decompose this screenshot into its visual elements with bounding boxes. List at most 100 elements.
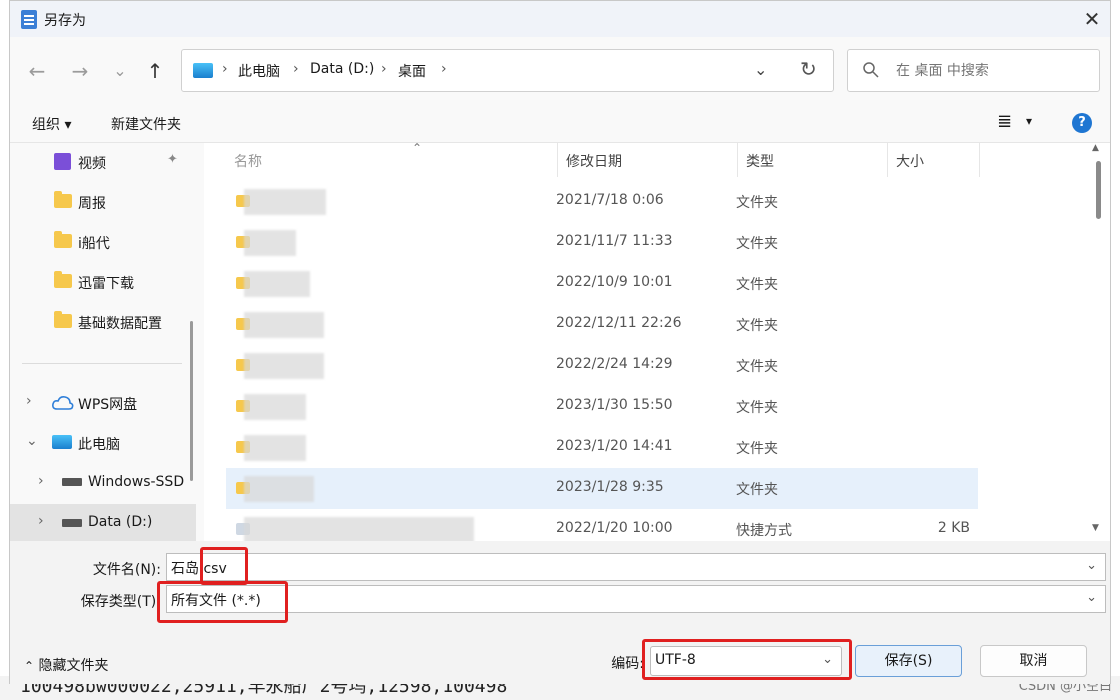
forward-button[interactable]: → <box>66 57 94 85</box>
organize-menu[interactable]: 组织 ▾ <box>32 114 71 134</box>
address-dropdown-icon[interactable]: ⌄ <box>754 60 767 79</box>
computer-icon <box>52 435 72 449</box>
expand-chevron-icon[interactable]: › <box>26 393 32 409</box>
sidebar-item-weekly-report[interactable]: 周报 <box>10 183 196 221</box>
view-options-icon[interactable]: ≣ <box>997 111 1012 132</box>
folder-icon <box>54 191 72 208</box>
filename-input[interactable]: 石岛.csv <box>171 558 227 578</box>
breadcrumb-chevron-icon: › <box>293 61 299 77</box>
sidebar-item-wps-cloud[interactable]: › WPS网盘 <box>10 384 196 422</box>
row-date: 2022/10/9 10:01 <box>556 274 673 290</box>
close-button[interactable]: ✕ <box>1078 5 1106 33</box>
table-row[interactable]: 2023/1/20 14:41 文件夹 <box>226 427 978 468</box>
row-type: 文件夹 <box>736 400 778 416</box>
filename-label: 文件名(N): <box>92 562 161 578</box>
breadcrumb-chevron-icon: › <box>441 61 447 77</box>
sidebar-item-data-drive[interactable]: › Data (D:) <box>10 504 196 541</box>
encoding-select[interactable]: UTF-8 ⌄ <box>650 646 842 676</box>
row-type: 文件夹 <box>736 277 778 293</box>
column-header-type[interactable]: 类型 <box>738 143 888 177</box>
encoding-value: UTF-8 <box>655 652 696 668</box>
command-bar: 组织 ▾ 新建文件夹 ≣ ▾ ? <box>10 103 1110 143</box>
file-list-scrollbar[interactable] <box>1096 161 1101 219</box>
refresh-button[interactable]: ↻ <box>800 57 817 81</box>
expand-chevron-icon[interactable]: › <box>38 473 44 489</box>
chevron-down-icon[interactable]: ⌄ <box>822 652 833 667</box>
sidebar-item-windows-ssd[interactable]: › Windows-SSD <box>10 464 196 502</box>
table-row[interactable]: 2023/1/30 15:50 文件夹 <box>226 386 978 427</box>
dialog-title: 另存为 <box>44 13 86 29</box>
sidebar-item-label: i船代 <box>78 236 110 252</box>
row-size: 2 KB <box>937 520 970 536</box>
breadcrumb-chevron-icon: › <box>222 61 228 77</box>
table-row[interactable]: 2022/2/24 14:29 文件夹 <box>226 345 978 386</box>
sidebar-item-label: 周报 <box>78 196 106 212</box>
cancel-button[interactable]: 取消 <box>980 645 1087 677</box>
chevron-up-icon: ⌃ <box>24 659 35 673</box>
sidebar-item-xunlei-download[interactable]: 迅雷下载 <box>10 263 196 301</box>
column-header-size[interactable]: 大小 <box>888 143 980 177</box>
row-type: 文件夹 <box>736 359 778 375</box>
row-type: 快捷方式 <box>736 523 792 539</box>
sidebar-divider <box>22 363 182 364</box>
sort-ascending-icon: ⌃ <box>412 143 423 155</box>
up-button[interactable]: ↑ <box>141 57 169 85</box>
filetype-select[interactable]: 所有文件 (*.*) ⌄ <box>166 585 1106 613</box>
help-button[interactable]: ? <box>1072 113 1092 133</box>
table-row[interactable]: 2022/12/11 22:26 文件夹 <box>226 304 978 345</box>
search-box[interactable] <box>847 49 1100 92</box>
folder-icon <box>54 311 72 328</box>
redacted-filename <box>244 517 474 541</box>
redacted-filename <box>244 394 306 420</box>
table-row[interactable]: 2021/11/7 11:33 文件夹 <box>226 222 978 263</box>
redacted-filename <box>244 435 306 461</box>
table-row[interactable]: 2021/7/18 0:06 文件夹 <box>226 181 978 222</box>
expand-chevron-icon[interactable]: › <box>38 513 44 529</box>
sidebar-item-label: Windows-SSD <box>88 474 185 490</box>
column-header-date[interactable]: 修改日期 <box>558 143 738 177</box>
row-date: 2022/12/11 22:26 <box>556 315 682 331</box>
navigation-pane: 视频 ✦ 周报 i船代 迅雷下载 基础数据配置 › WPS网盘 ⌄ 此电脑 › … <box>10 143 196 541</box>
sidebar-scrollbar[interactable] <box>190 321 193 481</box>
save-button[interactable]: 保存(S) <box>855 645 962 677</box>
search-input[interactable] <box>896 61 1086 81</box>
breadcrumb-desktop[interactable]: 桌面 <box>398 61 426 81</box>
sidebar-item-ship-agent[interactable]: i船代 <box>10 223 196 261</box>
new-folder-button[interactable]: 新建文件夹 <box>111 114 181 134</box>
breadcrumb-data-drive[interactable]: Data (D:) <box>310 61 374 77</box>
chevron-down-icon[interactable]: ⌄ <box>1086 590 1097 605</box>
navigation-bar: ← → ⌄ ↑ › 此电脑 › Data (D:) › 桌面 › ⌄ ↻ <box>10 37 1110 103</box>
scroll-up-icon[interactable]: ▲ <box>1092 143 1099 153</box>
hide-folders-label: 隐藏文件夹 <box>38 658 109 674</box>
redacted-filename <box>244 353 324 379</box>
address-bar[interactable]: › 此电脑 › Data (D:) › 桌面 › ⌄ ↻ <box>181 49 834 92</box>
row-type: 文件夹 <box>736 195 778 211</box>
title-bar: 另存为 ✕ <box>10 1 1110 37</box>
row-type: 文件夹 <box>736 236 778 252</box>
sidebar-item-label: 迅雷下载 <box>78 276 134 292</box>
collapse-chevron-icon[interactable]: ⌄ <box>26 433 38 449</box>
sidebar-item-videos[interactable]: 视频 ✦ <box>10 143 196 181</box>
hide-folders-toggle[interactable]: ⌃ 隐藏文件夹 <box>24 655 109 675</box>
view-dropdown-icon[interactable]: ▾ <box>1026 114 1032 128</box>
table-row[interactable]: 2022/10/9 10:01 文件夹 <box>226 263 978 304</box>
sidebar-item-this-pc[interactable]: ⌄ 此电脑 <box>10 424 196 462</box>
save-as-dialog: 另存为 ✕ ← → ⌄ ↑ › 此电脑 › Data (D:) › 桌面 › ⌄… <box>9 0 1111 684</box>
chevron-down-icon[interactable]: ⌄ <box>1086 558 1097 573</box>
table-row[interactable]: 2022/1/20 10:00 快捷方式 2 KB <box>226 509 978 541</box>
column-header-name[interactable]: 名称 ⌃ <box>226 143 558 177</box>
pin-icon: ✦ <box>167 152 178 167</box>
breadcrumb-this-pc[interactable]: 此电脑 <box>238 61 280 81</box>
table-row[interactable]: 2023/1/28 9:35 文件夹 <box>226 468 978 509</box>
filename-combobox[interactable]: 石岛.csv ⌄ <box>166 553 1106 581</box>
file-list: 名称 ⌃ 修改日期 类型 大小 2021/7/18 0:06 文件夹 2021/… <box>204 143 1110 541</box>
row-date: 2023/1/30 15:50 <box>556 397 673 413</box>
redacted-filename <box>244 230 296 256</box>
row-date: 2021/11/7 11:33 <box>556 233 673 249</box>
recent-locations-button[interactable]: ⌄ <box>106 57 134 85</box>
folder-icon <box>54 231 72 248</box>
scroll-down-icon[interactable]: ▼ <box>1092 523 1099 533</box>
sidebar-item-label: 基础数据配置 <box>78 316 162 332</box>
sidebar-item-base-data-config[interactable]: 基础数据配置 <box>10 303 196 341</box>
back-button[interactable]: ← <box>23 57 51 85</box>
